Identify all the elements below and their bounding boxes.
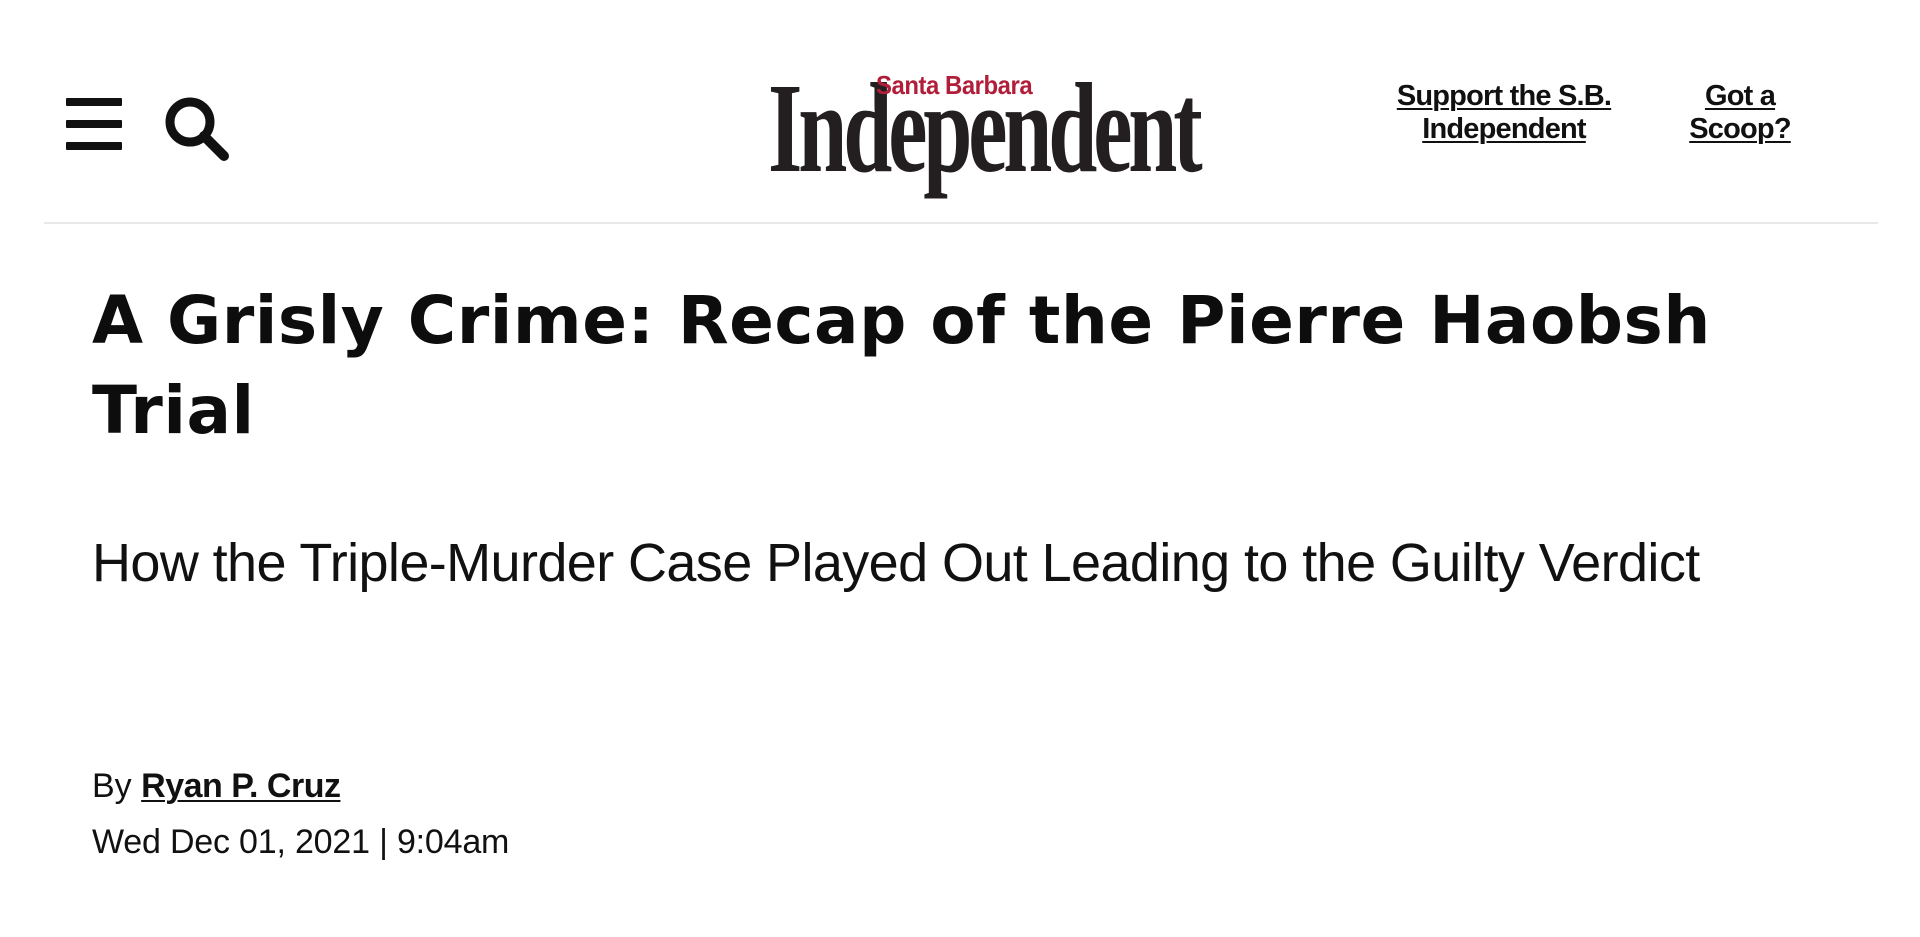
article-title: A Grisly Crime: Recap of the Pierre Haob… xyxy=(92,282,1711,449)
byline: By Ryan P. Cruz xyxy=(92,766,341,806)
support-link[interactable]: Support the S.B. Independent xyxy=(1396,80,1612,146)
logo-top-text: Santa Barbara xyxy=(876,70,1033,100)
menu-bar xyxy=(66,98,122,106)
search-icon[interactable] xyxy=(162,94,232,164)
author-link[interactable]: Ryan P. Cruz xyxy=(141,767,341,805)
hamburger-menu-icon[interactable] xyxy=(66,98,122,150)
date-separator: | xyxy=(379,823,388,861)
site-header: Independent Santa Barbara Support the S.… xyxy=(0,0,1920,224)
menu-bar xyxy=(66,120,122,128)
article-subtitle: How the Triple-Murder Case Played Out Le… xyxy=(92,533,1700,593)
site-logo[interactable]: Independent Santa Barbara xyxy=(768,64,1203,194)
byline-prefix: By xyxy=(92,767,132,805)
publish-time: 9:04am xyxy=(396,823,510,861)
got-a-scoop-link[interactable]: Got a Scoop? xyxy=(1670,80,1810,146)
header-divider xyxy=(44,222,1878,224)
publish-date: Wed Dec 01, 2021 xyxy=(92,823,370,861)
dateline: Wed Dec 01, 2021 | 9:04am xyxy=(92,822,509,862)
menu-bar xyxy=(66,142,122,150)
search-icon-glyph xyxy=(165,97,229,161)
